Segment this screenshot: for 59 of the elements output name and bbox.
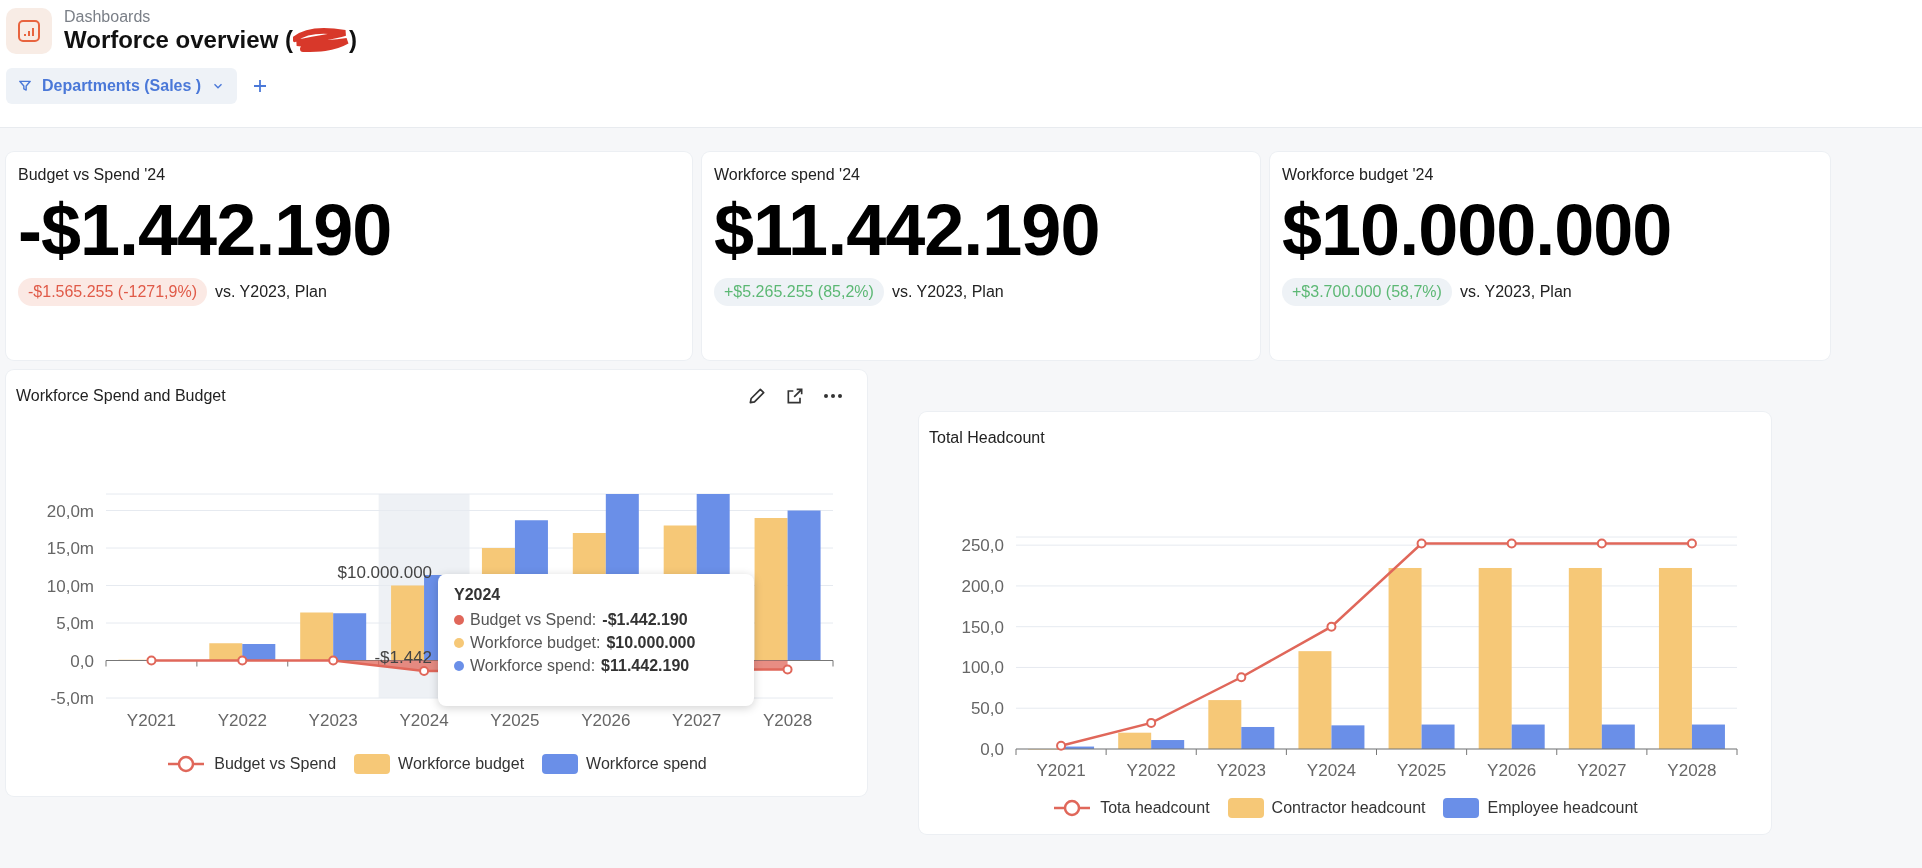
comparison-text: vs. Y2023, Plan bbox=[215, 283, 327, 301]
axis-label: Y2024 bbox=[1306, 761, 1356, 780]
axis-label: 100,0 bbox=[961, 658, 1004, 678]
tooltip-title: Y2024 bbox=[454, 586, 502, 604]
page-title-end: ) bbox=[348, 26, 357, 54]
axis-label: 200,0 bbox=[961, 576, 1004, 596]
legend-label: Employee headcount bbox=[1487, 799, 1638, 817]
chart-title: Workforce Spend and Budget bbox=[16, 387, 226, 405]
kpi-value: $10.000.000 bbox=[1282, 194, 1673, 266]
tooltip-value: $11.442.190 bbox=[601, 657, 690, 675]
tooltip-label: Budget vs Spend: bbox=[470, 611, 597, 629]
axis-label: 250,0 bbox=[961, 536, 1004, 556]
axis-label: 0,0 bbox=[980, 740, 1004, 759]
comparison-text: vs. Y2023, Plan bbox=[891, 283, 1004, 301]
tooltip-label: Workforce spend: bbox=[470, 657, 596, 675]
delta-tag: +$3.700.000 (58,7%) bbox=[1282, 278, 1452, 306]
axis-label: Y2024 bbox=[399, 711, 449, 730]
comparison-text: vs. Y2023, Plan bbox=[1459, 283, 1572, 301]
legend-label: Budget vs Spend bbox=[214, 755, 337, 773]
axis-label: 15,0m bbox=[46, 539, 94, 558]
axis-label: 0,0 bbox=[70, 651, 94, 671]
axis-label: 10,0m bbox=[46, 576, 94, 596]
axis-label: 150,0 bbox=[961, 617, 1004, 637]
axis-label: Y2022 bbox=[1126, 761, 1176, 780]
axis-label: Y2023 bbox=[308, 711, 358, 730]
axis-label: Y2026 bbox=[581, 711, 631, 730]
kpi-value: $11.442.190 bbox=[714, 194, 1101, 266]
data-label: $10.000.000 bbox=[337, 562, 433, 582]
tooltip-value: $10.000.000 bbox=[606, 634, 696, 652]
axis-label: 20,0m bbox=[46, 501, 94, 521]
data-label: -$1.442 bbox=[374, 648, 433, 667]
axis-label: Y2028 bbox=[763, 711, 813, 730]
axis-label: -5,0m bbox=[50, 689, 94, 708]
axis-label: Y2025 bbox=[1397, 761, 1447, 780]
axis-label: 5,0m bbox=[56, 614, 94, 633]
axis-label: Y2021 bbox=[126, 711, 176, 730]
kpi-value: -$1.442.190 bbox=[18, 194, 393, 266]
kpi-title: Budget vs Spend '24 bbox=[18, 166, 167, 184]
axis-label: Y2023 bbox=[1216, 761, 1266, 780]
legend-label: Workforce budget bbox=[398, 755, 525, 773]
axis-label: Y2025 bbox=[490, 711, 540, 730]
axis-label: 50,0 bbox=[970, 699, 1004, 719]
axis-label: Y2021 bbox=[1036, 761, 1086, 780]
delta-tag: -$1.565.255 (-1271,9%) bbox=[18, 278, 207, 306]
legend-label: Contractor headcount bbox=[1271, 799, 1426, 817]
delta-tag: +$5.265.255 (85,2%) bbox=[714, 278, 884, 306]
axis-label: Y2028 bbox=[1667, 761, 1717, 780]
legend-label: Tota headcount bbox=[1100, 799, 1210, 817]
tooltip-label: Workforce budget: bbox=[470, 634, 601, 652]
kpi-title: Workforce spend '24 bbox=[714, 166, 861, 184]
axis-label: Y2026 bbox=[1487, 761, 1537, 780]
legend-label: Workforce spend bbox=[586, 755, 707, 773]
kpi-title: Workforce budget '24 bbox=[1282, 166, 1435, 184]
axis-label: Y2027 bbox=[672, 711, 722, 730]
page-title: Worforce overview ( bbox=[64, 26, 293, 54]
tooltip-value: -$1.442.190 bbox=[602, 611, 688, 629]
chart-title: Total Headcount bbox=[929, 429, 1045, 447]
axis-label: Y2022 bbox=[217, 711, 267, 730]
axis-label: Y2027 bbox=[1577, 761, 1627, 780]
